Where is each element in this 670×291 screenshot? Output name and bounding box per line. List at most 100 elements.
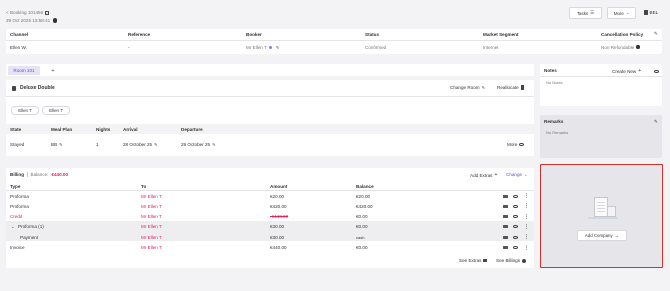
reallocate-button[interactable]: Reallocate [497, 85, 524, 90]
row-menu-icon[interactable]: ⋮ [524, 214, 529, 220]
create-note-button[interactable]: Create New + [612, 68, 641, 74]
add-company-button[interactable]: Add Company → [577, 230, 627, 241]
arrow-right-icon: → [614, 233, 620, 238]
billing-type: Proforma [10, 203, 29, 209]
create-note-label: Create New [612, 68, 637, 74]
guest-chip-1[interactable]: Ellen T [11, 106, 39, 115]
tasks-button[interactable]: Tasks ☰ [569, 7, 602, 19]
col-balance: Balance [356, 183, 374, 189]
balance-label: Balance: [30, 172, 49, 177]
pencil-icon: ✎ [481, 85, 486, 90]
billing-type: Proforma [10, 193, 29, 199]
receipt-icon[interactable] [503, 235, 508, 239]
change-dropdown[interactable]: Change ⌄ [506, 172, 527, 177]
stay-header-row: State Meal Plan Nights Arrival Departure [6, 124, 534, 134]
row-menu-icon[interactable]: ⋮ [524, 234, 529, 240]
row-menu-icon[interactable]: ⋮ [524, 193, 529, 199]
language-label: BEL [649, 10, 659, 15]
edit-meal-icon[interactable]: ✎ [59, 142, 63, 147]
billing-title: Billing [10, 172, 25, 177]
col-status: Status [365, 31, 380, 37]
view-icon[interactable] [513, 194, 518, 198]
more-button[interactable]: More ⌄ [607, 7, 636, 19]
info-icon[interactable] [52, 18, 58, 23]
view-icon[interactable] [513, 225, 518, 229]
billing-row[interactable]: Proforma Mr Ellen T €20.00 €20.00 ⋮ [6, 191, 534, 201]
building-windows [597, 200, 605, 214]
col-type: Type [10, 183, 21, 189]
meal-plan-value: BB [51, 141, 58, 147]
see-billings-label: See Billings [496, 258, 521, 263]
remarks-empty: No Remarks [546, 130, 569, 135]
receipt-icon[interactable] [503, 194, 508, 198]
receipt-icon[interactable] [503, 246, 508, 249]
add-note-icon: + [638, 68, 642, 74]
market-segment-value: Internet [483, 44, 499, 50]
copy-icon[interactable] [45, 10, 49, 15]
room-card: Deluxe Double Change Room ✎ Reallocate E… [6, 80, 534, 156]
billing-amount: €420.00 [270, 203, 287, 209]
col-meal-plan: Meal Plan [51, 126, 73, 132]
change-room-button[interactable]: Change Room ✎ [450, 85, 485, 90]
billing-amount: €30.00 [270, 224, 285, 230]
see-extras-label: See Extras [459, 258, 482, 263]
edit-departure-icon[interactable]: ✎ [212, 142, 216, 147]
meal-plan-group[interactable]: BB ✎ [51, 142, 63, 147]
edit-icon[interactable]: ✎ [654, 31, 658, 37]
edit-booker-icon[interactable]: ✎ [276, 45, 280, 50]
billing-row[interactable]: Credit Mr Ellen T -€440.00 €0.00 ⋮ [6, 212, 534, 222]
guest-chip-1-label: Ellen T [18, 108, 32, 113]
billing-row[interactable]: ⌄ Proforma (1) Mr Ellen T €30.00 €0.00 ⋮ [6, 222, 534, 232]
expand-chevron-icon[interactable]: ⌄ [11, 224, 14, 229]
col-reference: Reference [128, 31, 151, 37]
view-icon[interactable] [513, 246, 518, 249]
language-selector[interactable]: BEL [644, 10, 658, 15]
cancellation-policy-group: Non Refundable [601, 45, 640, 50]
view-icon[interactable] [513, 215, 518, 219]
billing-row[interactable]: Invoice Mr Ellen T €440.00 €0.00 ⋮ [6, 243, 534, 253]
receipt-icon[interactable] [503, 225, 508, 229]
notes-title: Notes [544, 68, 557, 73]
billing-amount: €440.00 [270, 245, 287, 250]
row-menu-icon[interactable]: ⋮ [524, 245, 529, 251]
col-channel: Channel [10, 31, 29, 37]
booker-value-group[interactable]: Mr Ellen T ✎ [246, 45, 279, 50]
receipt-icon[interactable] [503, 215, 508, 219]
billing-type: Credit [10, 214, 23, 220]
row-menu-icon[interactable]: ⋮ [524, 224, 529, 230]
billing-row[interactable]: Proforma Mr Ellen T €420.00 €420.00 ⋮ [6, 201, 534, 211]
billing-amount: €30.00 [270, 234, 285, 240]
departure-group[interactable]: 29 October 25 ✎ [181, 142, 216, 147]
edit-remarks-icon[interactable]: ✎ [654, 119, 658, 125]
guest-chip-2-label: Ellen T [49, 108, 63, 113]
see-extras-button[interactable]: See Extras [459, 258, 488, 263]
add-room-tab[interactable]: + [48, 66, 58, 75]
reference-value: - [128, 44, 130, 50]
stay-more-button[interactable]: More [507, 142, 524, 147]
edit-arrival-icon[interactable]: ✎ [154, 142, 158, 147]
col-arrival: Arrival [123, 126, 138, 132]
stay-more-label: More [507, 141, 518, 147]
notes-view-icon[interactable] [654, 69, 659, 74]
tasks-label: Tasks [576, 10, 589, 16]
receipt-icon[interactable] [503, 204, 508, 208]
col-amount: Amount [270, 183, 288, 189]
view-icon[interactable] [513, 204, 518, 208]
balance-value: €440.00 [51, 172, 69, 177]
back-link[interactable]: < Booking 101456 [6, 10, 49, 15]
policy-info-icon[interactable] [636, 45, 640, 49]
change-label: Change [506, 172, 523, 177]
row-menu-icon[interactable]: ⋮ [524, 203, 529, 209]
see-billings-button[interactable]: See Billings [496, 258, 527, 263]
tab-room[interactable]: Room 101 [8, 66, 40, 75]
add-extras-button[interactable]: Add Extras + [470, 172, 497, 178]
arrival-group[interactable]: 28 October 25 ✎ [123, 142, 158, 147]
billing-balance: cash [356, 234, 365, 240]
guest-chip-2[interactable]: Ellen T [42, 106, 70, 115]
add-company-label: Add Company [584, 233, 613, 238]
room-type: Deluxe Double [20, 85, 55, 91]
billing-row[interactable]: Payment Mr Ellen T €30.00 cash ⋮ [6, 232, 534, 242]
list-icon: ☰ [590, 9, 595, 15]
booker-value[interactable]: Mr Ellen T [246, 45, 267, 50]
view-icon[interactable] [513, 235, 518, 239]
